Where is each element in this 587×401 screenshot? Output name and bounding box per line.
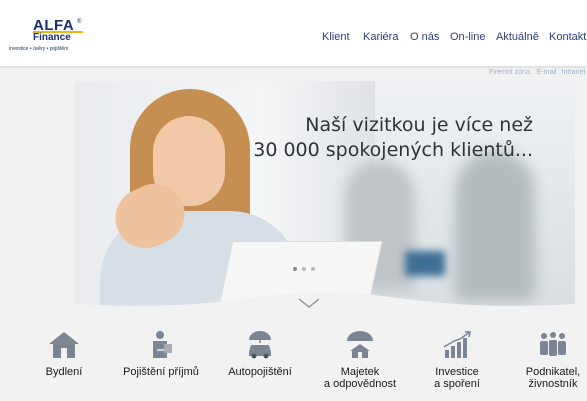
category-bydleni[interactable]: Bydlení: [14, 330, 114, 378]
hero-headline: Naší vizitkou je více než 30 000 spokoje…: [253, 113, 533, 163]
hero-headline-line2: 30 000 spokojených klientů...: [253, 139, 533, 161]
firm-zone-email-link[interactable]: E-mail: [537, 69, 557, 76]
category-label: Investice: [435, 366, 479, 378]
header: ALFA ® Finance investice • úvěry • pojiš…: [0, 0, 587, 66]
category-podnikatel[interactable]: Podnikatel, živnostník: [503, 330, 587, 390]
category-label: Pojištění příjmů: [123, 366, 199, 378]
category-label: Podnikatel,: [525, 366, 581, 378]
nav-aktualne[interactable]: Aktuálně: [496, 31, 539, 43]
logo[interactable]: ALFA ® Finance investice • úvěry • pojiš…: [9, 17, 89, 55]
category-majetek[interactable]: Majetek a odpovědnost: [310, 330, 410, 390]
slider-dot[interactable]: [311, 267, 315, 271]
scroll-down-icon[interactable]: [298, 298, 320, 308]
firm-zone-intranet-link[interactable]: Intranet: [562, 69, 586, 76]
slider-dot[interactable]: [302, 267, 306, 271]
nav-kariera[interactable]: Kariéra: [363, 31, 398, 43]
hero-wave: [75, 292, 575, 312]
growth-chart-icon: [443, 331, 471, 358]
category-label: Autopojištění: [228, 366, 292, 378]
category-pojisteni-prijmu[interactable]: Pojištění příjmů: [111, 330, 211, 378]
logo-sub: Finance: [33, 32, 71, 43]
category-bar: Bydlení Pojištění příjmů Autopojištění M…: [0, 330, 587, 401]
category-label: Bydlení: [45, 366, 83, 378]
house-umbrella-icon: [347, 331, 373, 358]
car-umbrella-icon: [249, 331, 271, 359]
category-label: Majetek: [340, 366, 380, 378]
hero-headline-line1: Naší vizitkou je více než: [305, 114, 533, 136]
category-autopojisteni[interactable]: Autopojištění: [210, 330, 310, 378]
nav-kontakt[interactable]: Kontakt: [549, 31, 586, 43]
category-label-2: a spoření: [434, 378, 480, 390]
house-icon: [49, 332, 79, 358]
injured-person-icon: [153, 331, 172, 358]
hero-blurred-person: [455, 151, 535, 301]
nav-o-nas[interactable]: O nás: [410, 31, 439, 43]
category-label-2: živnostník: [528, 378, 578, 390]
firm-zone: Firemní zóna: E-mail Intranet: [486, 69, 585, 76]
nav-klient[interactable]: Klient: [322, 31, 350, 43]
logo-reg: ®: [77, 19, 82, 25]
slider-dot[interactable]: [293, 267, 297, 271]
logo-tagline: investice • úvěry • pojištění: [9, 46, 69, 52]
slider-dots: [293, 267, 315, 271]
nav-on-line[interactable]: On-line: [450, 31, 485, 43]
category-label-2: a odpovědnost: [323, 378, 397, 390]
category-investice[interactable]: Investice a spoření: [407, 330, 507, 390]
hero-blurred-folder: [405, 251, 445, 276]
people-group-icon: [540, 332, 566, 356]
page: ALFA ® Finance investice • úvěry • pojiš…: [0, 0, 587, 401]
firm-zone-label: Firemní zóna:: [489, 69, 532, 76]
